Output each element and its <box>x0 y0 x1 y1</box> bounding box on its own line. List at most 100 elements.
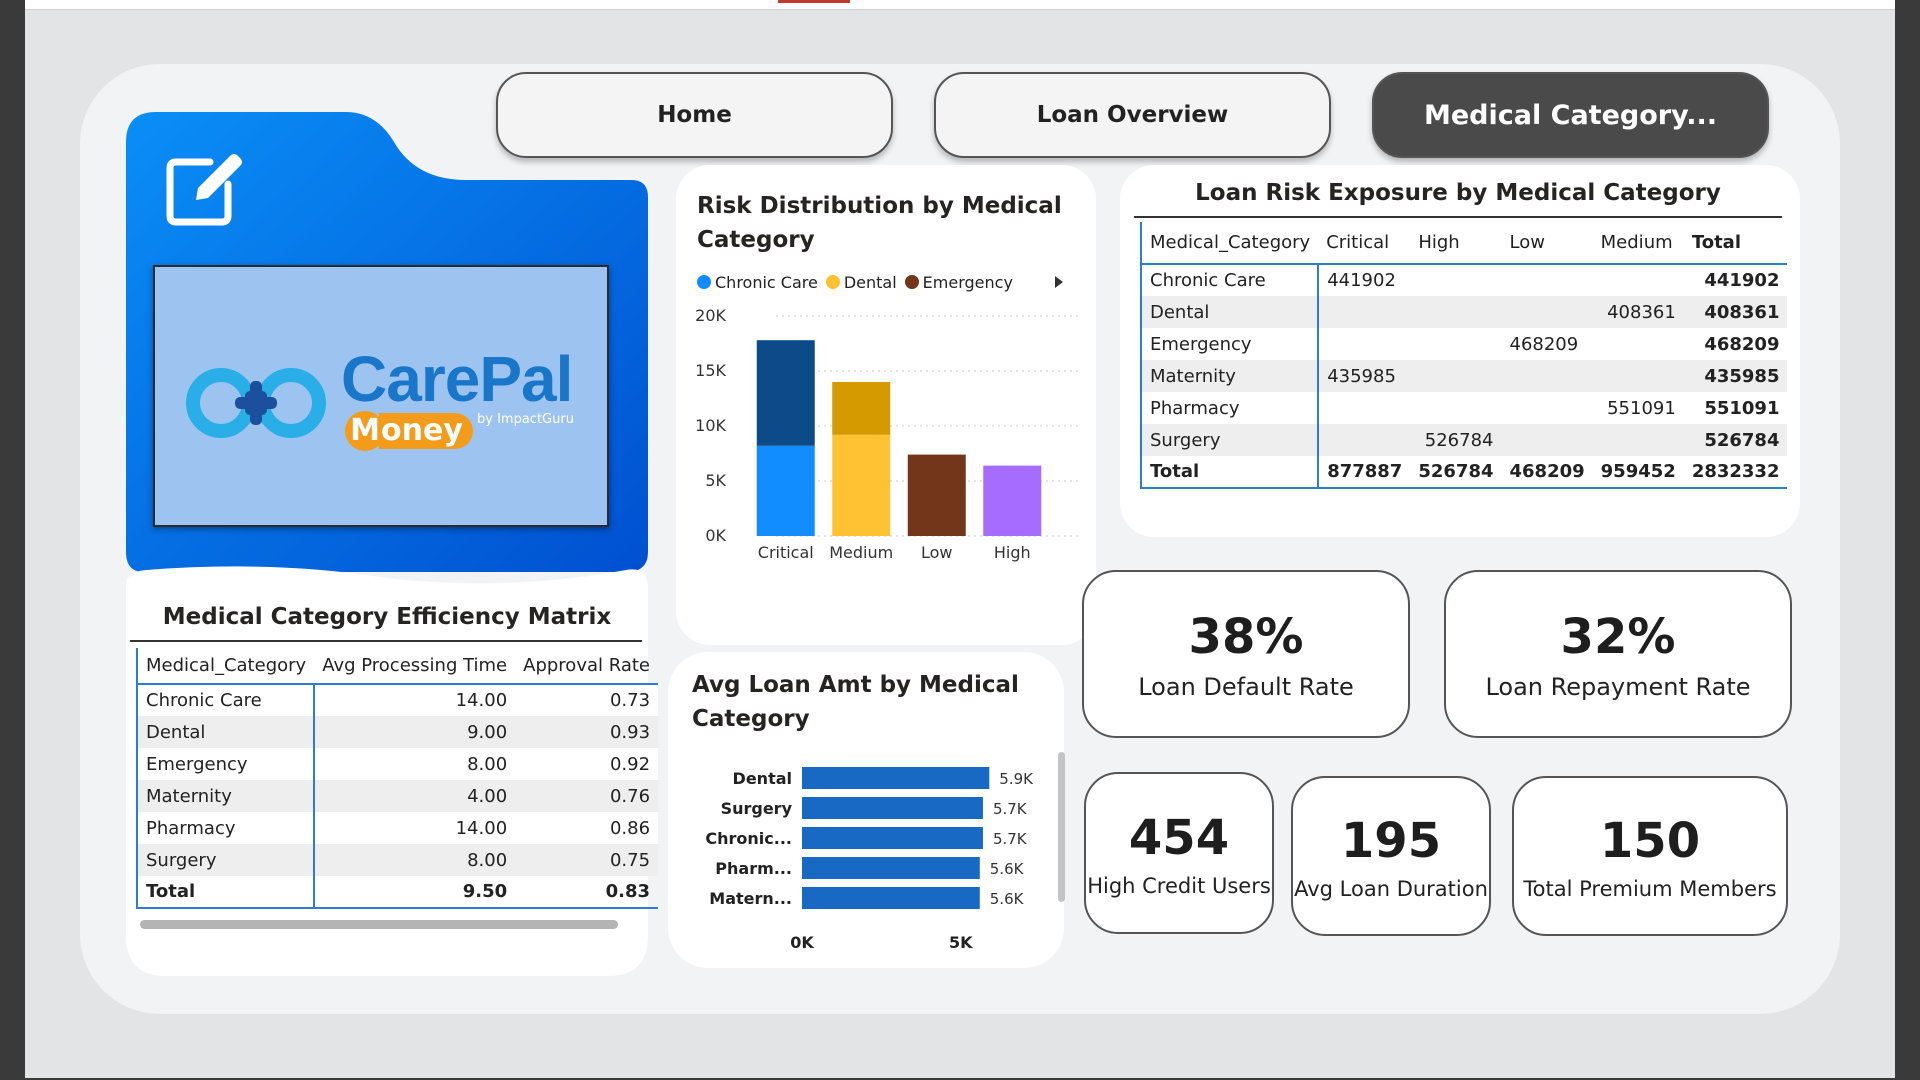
x-tick-label: High <box>994 543 1031 562</box>
total-time: 9.50 <box>462 881 508 902</box>
row-category: Maternity <box>1139 360 1320 392</box>
kpi-value: 454 <box>1128 810 1230 866</box>
vertical-scrollbar[interactable] <box>1058 752 1065 902</box>
row-value <box>1410 360 1501 392</box>
col-header[interactable]: Medical_Category <box>135 648 315 684</box>
exposure-title: Loan Risk Exposure by Medical Category <box>1195 180 1721 206</box>
table-row[interactable]: Maternity 435985 435985 <box>1139 360 1788 392</box>
kpi-label: Total Premium Members <box>1523 877 1777 901</box>
carepal-link-icon <box>186 368 326 438</box>
col-header[interactable]: Approval Rate <box>515 648 658 684</box>
kpi-loan-default-rate: 38% Loan Default Rate <box>1082 570 1410 738</box>
legend-swatch <box>697 275 711 289</box>
legend-item[interactable]: Dental <box>825 273 897 292</box>
legend-label: Chronic Care <box>715 273 818 292</box>
bar-segment[interactable] <box>832 434 891 536</box>
row-value <box>1502 392 1593 424</box>
row-category: Pharmacy <box>135 812 316 844</box>
row-value: 441902 <box>1704 270 1780 291</box>
efficiency-title-rule <box>130 640 642 642</box>
legend-item[interactable]: Chronic Care <box>697 273 818 292</box>
legend-label: Emergency <box>922 273 1013 292</box>
bar[interactable] <box>802 767 990 789</box>
edit-icon[interactable] <box>166 150 246 226</box>
total-value: 877887 <box>1327 461 1403 482</box>
kpi-value: 195 <box>1340 813 1442 869</box>
table-row[interactable]: Chronic Care 441902 441902 <box>1139 264 1788 296</box>
table-row[interactable]: Pharmacy 551091 551091 <box>1139 392 1788 424</box>
y-tick-label: 0K <box>705 526 726 545</box>
carepal-wordmark: CarePal <box>341 341 573 417</box>
row-rate: 0.93 <box>609 721 651 743</box>
row-value: 551091 <box>1704 397 1780 419</box>
row-value <box>1410 328 1501 360</box>
kpi-value: 150 <box>1599 813 1701 869</box>
category-label: Matern... <box>709 889 792 908</box>
row-value <box>1593 424 1684 456</box>
horizontal-scrollbar[interactable] <box>140 920 618 929</box>
table-row[interactable]: Dental 408361 408361 <box>1139 296 1788 328</box>
money-rest-text: oney <box>379 413 473 449</box>
legend-next-arrow-icon[interactable] <box>1052 274 1066 290</box>
col-header[interactable]: Low <box>1502 222 1593 264</box>
bar-segment[interactable] <box>832 382 891 435</box>
row-value <box>1502 296 1593 328</box>
brand-care-text: Care <box>341 343 480 415</box>
data-label: 5.7K <box>993 800 1028 818</box>
by-impactguru-text: by ImpactGuru <box>477 412 574 427</box>
medical-category-nav-button[interactable]: Medical Category... <box>1372 72 1769 158</box>
table-row[interactable]: Dental 9.00 0.93 <box>135 716 659 748</box>
row-value <box>1502 424 1593 456</box>
row-category: Pharmacy <box>1139 392 1320 424</box>
total-label: Total <box>135 876 316 908</box>
col-header[interactable]: High <box>1410 222 1501 264</box>
row-value: 435985 <box>1704 365 1780 387</box>
row-value: 526784 <box>1424 429 1494 451</box>
row-time: 14.00 <box>455 817 508 839</box>
money-wordmark: M oney <box>345 411 473 451</box>
table-row[interactable]: Surgery 526784 526784 <box>1139 424 1788 456</box>
bar-segment[interactable] <box>756 340 815 446</box>
avg-loan-bar-chart[interactable]: Dental 5.9K Surgery 5.7K Chronic... 5.7K Pharm… <box>672 760 1052 956</box>
x-tick-label: 5K <box>949 933 973 952</box>
y-tick-label: 20K <box>695 306 726 325</box>
table-row[interactable]: Pharmacy 14.00 0.86 <box>135 812 659 844</box>
table-row[interactable]: Emergency 8.00 0.92 <box>135 748 659 780</box>
row-value <box>1410 392 1501 424</box>
total-row[interactable]: Total 9.50 0.83 <box>135 876 659 908</box>
legend-item[interactable]: Emergency <box>904 273 1013 292</box>
category-label: Surgery <box>721 799 793 818</box>
data-label: 5.7K <box>993 830 1028 848</box>
bar-segment[interactable] <box>907 454 966 536</box>
y-tick-label: 5K <box>705 471 726 490</box>
table-row[interactable]: Chronic Care 14.00 0.73 <box>135 684 659 716</box>
kpi-label: Avg Loan Duration <box>1294 877 1488 901</box>
col-header[interactable]: Total <box>1684 222 1788 264</box>
table-row[interactable]: Surgery 8.00 0.75 <box>135 844 659 876</box>
risk-legend: Chronic Care Dental Emergency <box>697 273 1013 292</box>
col-header[interactable]: Critical <box>1318 222 1410 264</box>
table-row[interactable]: Emergency 468209 468209 <box>1139 328 1788 360</box>
bar[interactable] <box>802 887 980 909</box>
col-header[interactable]: Avg Processing Time <box>314 648 515 684</box>
bar[interactable] <box>802 827 983 849</box>
exposure-matrix[interactable]: Medical_Category Critical High Low Mediu… <box>1139 222 1788 489</box>
col-header[interactable]: Medium <box>1593 222 1684 264</box>
total-value: 959452 <box>1600 461 1676 482</box>
row-value <box>1593 328 1684 360</box>
loan-overview-nav-button[interactable]: Loan Overview <box>934 72 1331 158</box>
bar-segment[interactable] <box>756 445 815 536</box>
total-rate: 0.83 <box>605 881 651 902</box>
kpi-high-credit-users: 454 High Credit Users <box>1084 772 1274 934</box>
row-value: 441902 <box>1327 270 1396 291</box>
bar-segment[interactable] <box>983 465 1042 536</box>
efficiency-matrix[interactable]: Medical_Category Avg Processing Time App… <box>135 648 659 909</box>
row-time: 14.00 <box>455 690 508 711</box>
risk-bar-chart[interactable]: 0K 5K 10K 15K 20K Critical Medium Low High <box>686 300 1086 570</box>
total-row[interactable]: Total 877887 526784 468209 959452 2832332 <box>1139 456 1788 488</box>
bar[interactable] <box>802 857 980 879</box>
bar[interactable] <box>802 797 983 819</box>
col-header[interactable]: Medical_Category <box>1139 222 1319 264</box>
legend-swatch <box>904 275 919 289</box>
table-row[interactable]: Maternity 4.00 0.76 <box>135 780 659 812</box>
